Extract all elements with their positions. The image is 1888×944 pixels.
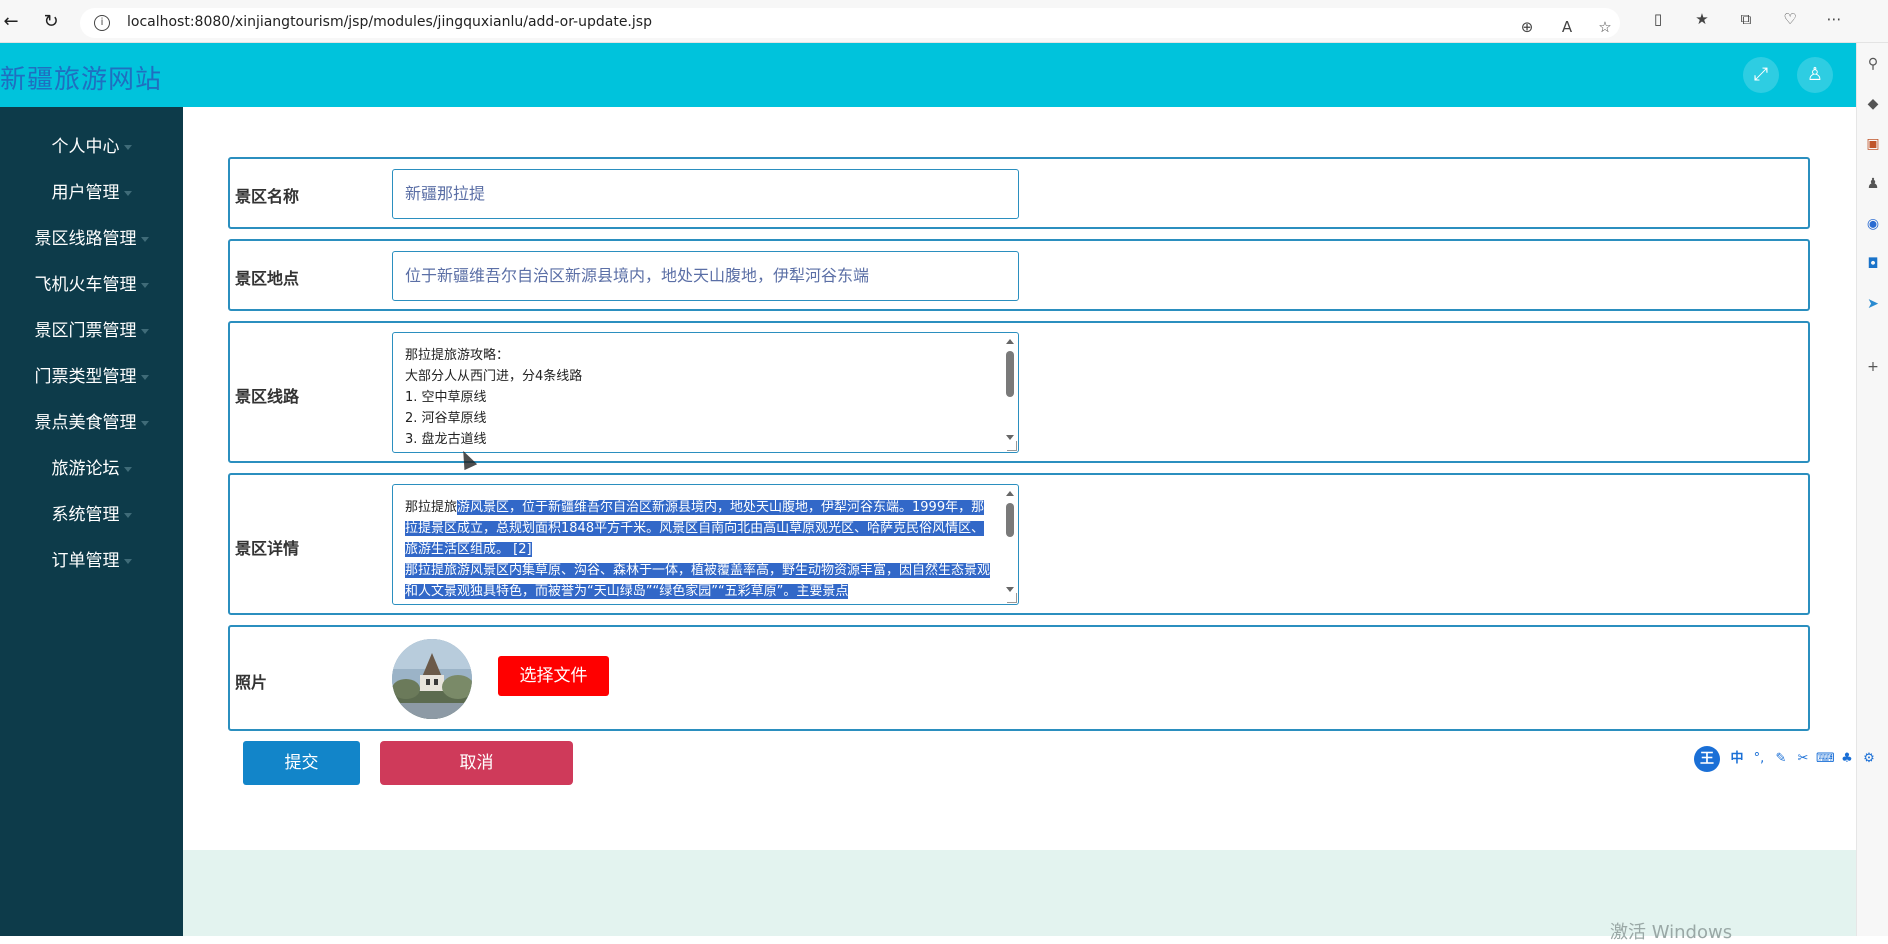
chevron-down-icon xyxy=(140,328,149,334)
sidebar-item-forum[interactable]: 旅游论坛 xyxy=(0,451,183,487)
detail-scrollbar[interactable] xyxy=(1004,489,1016,594)
search-icon[interactable]: ⚲ xyxy=(1864,55,1882,73)
sidebar-item-personal-center[interactable]: 个人中心 xyxy=(0,129,183,165)
form-row-route: 景区线路 那拉提旅游攻略： 大部分人从西门进，分4条线路 1. 空中草原线 2. 河谷… xyxy=(228,321,1810,463)
scroll-thumb[interactable] xyxy=(1006,503,1014,537)
split-screen-icon[interactable]: ▯ xyxy=(1648,9,1668,29)
sidebar-item-ticket-type-management[interactable]: 门票类型管理 xyxy=(0,359,183,395)
skin-shirt-icon[interactable]: ♣ xyxy=(1838,750,1856,768)
scroll-thumb[interactable] xyxy=(1006,351,1014,397)
photo-thumbnail xyxy=(392,639,472,719)
choose-file-button[interactable]: 选择文件 xyxy=(498,656,609,696)
send-icon[interactable]: ➤ xyxy=(1864,295,1882,313)
address-bar[interactable]: i localhost:8080/xinjiangtourism/jsp/mod… xyxy=(80,8,1620,38)
user-icon[interactable]: ♙ xyxy=(1797,57,1833,93)
submit-button[interactable]: 提交 xyxy=(243,741,360,785)
ime-mode-toggle[interactable]: 中 xyxy=(1728,750,1746,768)
performance-icon[interactable]: ♡ xyxy=(1780,9,1800,29)
form-row-photo: 照片 选择文件 xyxy=(228,625,1810,731)
zoom-icon[interactable]: ⊕ xyxy=(1517,17,1537,37)
location-label: 景区地点 xyxy=(235,269,300,288)
chevron-down-icon xyxy=(123,466,132,472)
settings-gear-icon[interactable]: ⚙ xyxy=(1860,750,1878,768)
footer-band xyxy=(183,850,1856,936)
scissors-icon[interactable]: ✂ xyxy=(1794,750,1812,768)
favorite-star-icon[interactable]: ☆ xyxy=(1595,17,1615,37)
read-aloud-icon[interactable]: A xyxy=(1557,17,1577,37)
form-row-detail: 景区详情 那拉提旅游风景区，位于新疆维吾尔自治区新源县境内，地处天山腹地，伊犁河… xyxy=(228,473,1810,615)
form-row-location: 景区地点 位于新疆维吾尔自治区新源县境内，地处天山腹地，伊犁河谷东端 xyxy=(228,239,1810,311)
form-row-name: 景区名称 新疆那拉提 xyxy=(228,157,1810,229)
app-title: 新疆旅游网站 xyxy=(0,65,163,95)
copilot-icon[interactable]: ◉ xyxy=(1864,215,1882,233)
chevron-down-icon xyxy=(140,420,149,426)
toolbox-icon[interactable]: ▣ xyxy=(1864,135,1882,153)
sidebar-item-order-management[interactable]: 订单管理 xyxy=(0,543,183,579)
photo-label: 照片 xyxy=(235,673,268,692)
sidebar-item-route-management[interactable]: 景区线路管理 xyxy=(0,221,183,257)
sidebar-item-user-management[interactable]: 用户管理 xyxy=(0,175,183,211)
shopping-tag-icon[interactable]: ◆ xyxy=(1864,95,1882,113)
cancel-button[interactable]: 取消 xyxy=(380,741,573,785)
detail-textarea[interactable]: 那拉提旅游风景区，位于新疆维吾尔自治区新源县境内，地处天山腹地，伊犁河谷东端。1… xyxy=(392,484,1019,605)
back-arrow-icon[interactable]: ← xyxy=(0,11,22,33)
detail-text: 那拉提旅游风景区，位于新疆维吾尔自治区新源县境内，地处天山腹地，伊犁河谷东端。1… xyxy=(405,500,991,599)
sidebar-item-transport-management[interactable]: 飞机火车管理 xyxy=(0,267,183,303)
sidebar-item-ticket-management[interactable]: 景区门票管理 xyxy=(0,313,183,349)
sidebar-item-food-management[interactable]: 景点美食管理 xyxy=(0,405,183,441)
browser-toolbar: ← ↻ i localhost:8080/xinjiangtourism/jsp… xyxy=(0,0,1888,43)
route-textarea[interactable]: 那拉提旅游攻略： 大部分人从西门进，分4条线路 1. 空中草原线 2. 河谷草原线 3.… xyxy=(392,332,1019,453)
more-menu-icon[interactable]: ⋯ xyxy=(1824,9,1844,29)
collections-icon[interactable]: ⧉ xyxy=(1736,9,1756,29)
punctuation-icon[interactable]: °, xyxy=(1750,750,1768,768)
ime-logo-icon[interactable]: 王 xyxy=(1694,746,1720,772)
route-text: 那拉提旅游攻略： 大部分人从西门进，分4条线路 1. 空中草原线 2. 河谷草原线 3.… xyxy=(405,348,583,447)
resize-handle-icon[interactable] xyxy=(1007,593,1017,603)
refresh-icon[interactable]: ↻ xyxy=(40,11,62,33)
sidebar-nav: 个人中心 用户管理 景区线路管理 飞机火车管理 景区门票管理 门票类型管理 景点… xyxy=(0,107,183,936)
scroll-down-icon[interactable] xyxy=(1006,435,1014,440)
browser-side-panel: ⚲ ◆ ▣ ♟ ◉ ◘ ➤ + xyxy=(1856,43,1888,936)
info-icon[interactable]: i xyxy=(94,15,110,31)
app-header: 新疆旅游网站 ⤢ ♙ xyxy=(0,43,1856,107)
name-label: 景区名称 xyxy=(235,187,300,206)
chevron-down-icon xyxy=(140,236,149,242)
selected-text: 游风景区，位于新疆维吾尔自治区新源县境内，地处天山腹地，伊犁河谷东端。1999年… xyxy=(405,500,991,599)
chevron-down-icon xyxy=(123,144,132,150)
route-label: 景区线路 xyxy=(235,387,300,406)
pen-icon[interactable]: ✎ xyxy=(1772,750,1790,768)
chevron-down-icon xyxy=(123,512,132,518)
location-input[interactable]: 位于新疆维吾尔自治区新源县境内，地处天山腹地，伊犁河谷东端 xyxy=(392,251,1019,301)
route-scrollbar[interactable] xyxy=(1004,337,1016,442)
name-input[interactable]: 新疆那拉提 xyxy=(392,169,1019,219)
ime-toolbar: 王 中 °, ✎ ✂ ⌨ ♣ ⚙ xyxy=(1694,746,1888,772)
sidebar-item-system-management[interactable]: 系统管理 xyxy=(0,497,183,533)
chevron-down-icon xyxy=(140,374,149,380)
detail-label: 景区详情 xyxy=(235,539,300,558)
url-text[interactable]: localhost:8080/xinjiangtourism/jsp/modul… xyxy=(127,14,652,30)
keyboard-icon[interactable]: ⌨ xyxy=(1816,750,1835,768)
people-icon[interactable]: ♟ xyxy=(1864,175,1882,193)
outlook-icon[interactable]: ◘ xyxy=(1864,255,1882,273)
scroll-down-icon[interactable] xyxy=(1006,587,1014,592)
chevron-down-icon xyxy=(140,282,149,288)
favorites-icon[interactable]: ★ xyxy=(1692,9,1712,29)
scroll-up-icon[interactable] xyxy=(1006,339,1014,344)
add-icon[interactable]: + xyxy=(1864,358,1882,376)
scroll-up-icon[interactable] xyxy=(1006,491,1014,496)
windows-watermark: 激活 Windows xyxy=(1610,922,1733,943)
chevron-down-icon xyxy=(123,558,132,564)
fullscreen-icon[interactable]: ⤢ xyxy=(1743,57,1779,93)
scenic-photo-image xyxy=(392,639,472,719)
chevron-down-icon xyxy=(123,190,132,196)
resize-handle-icon[interactable] xyxy=(1007,441,1017,451)
